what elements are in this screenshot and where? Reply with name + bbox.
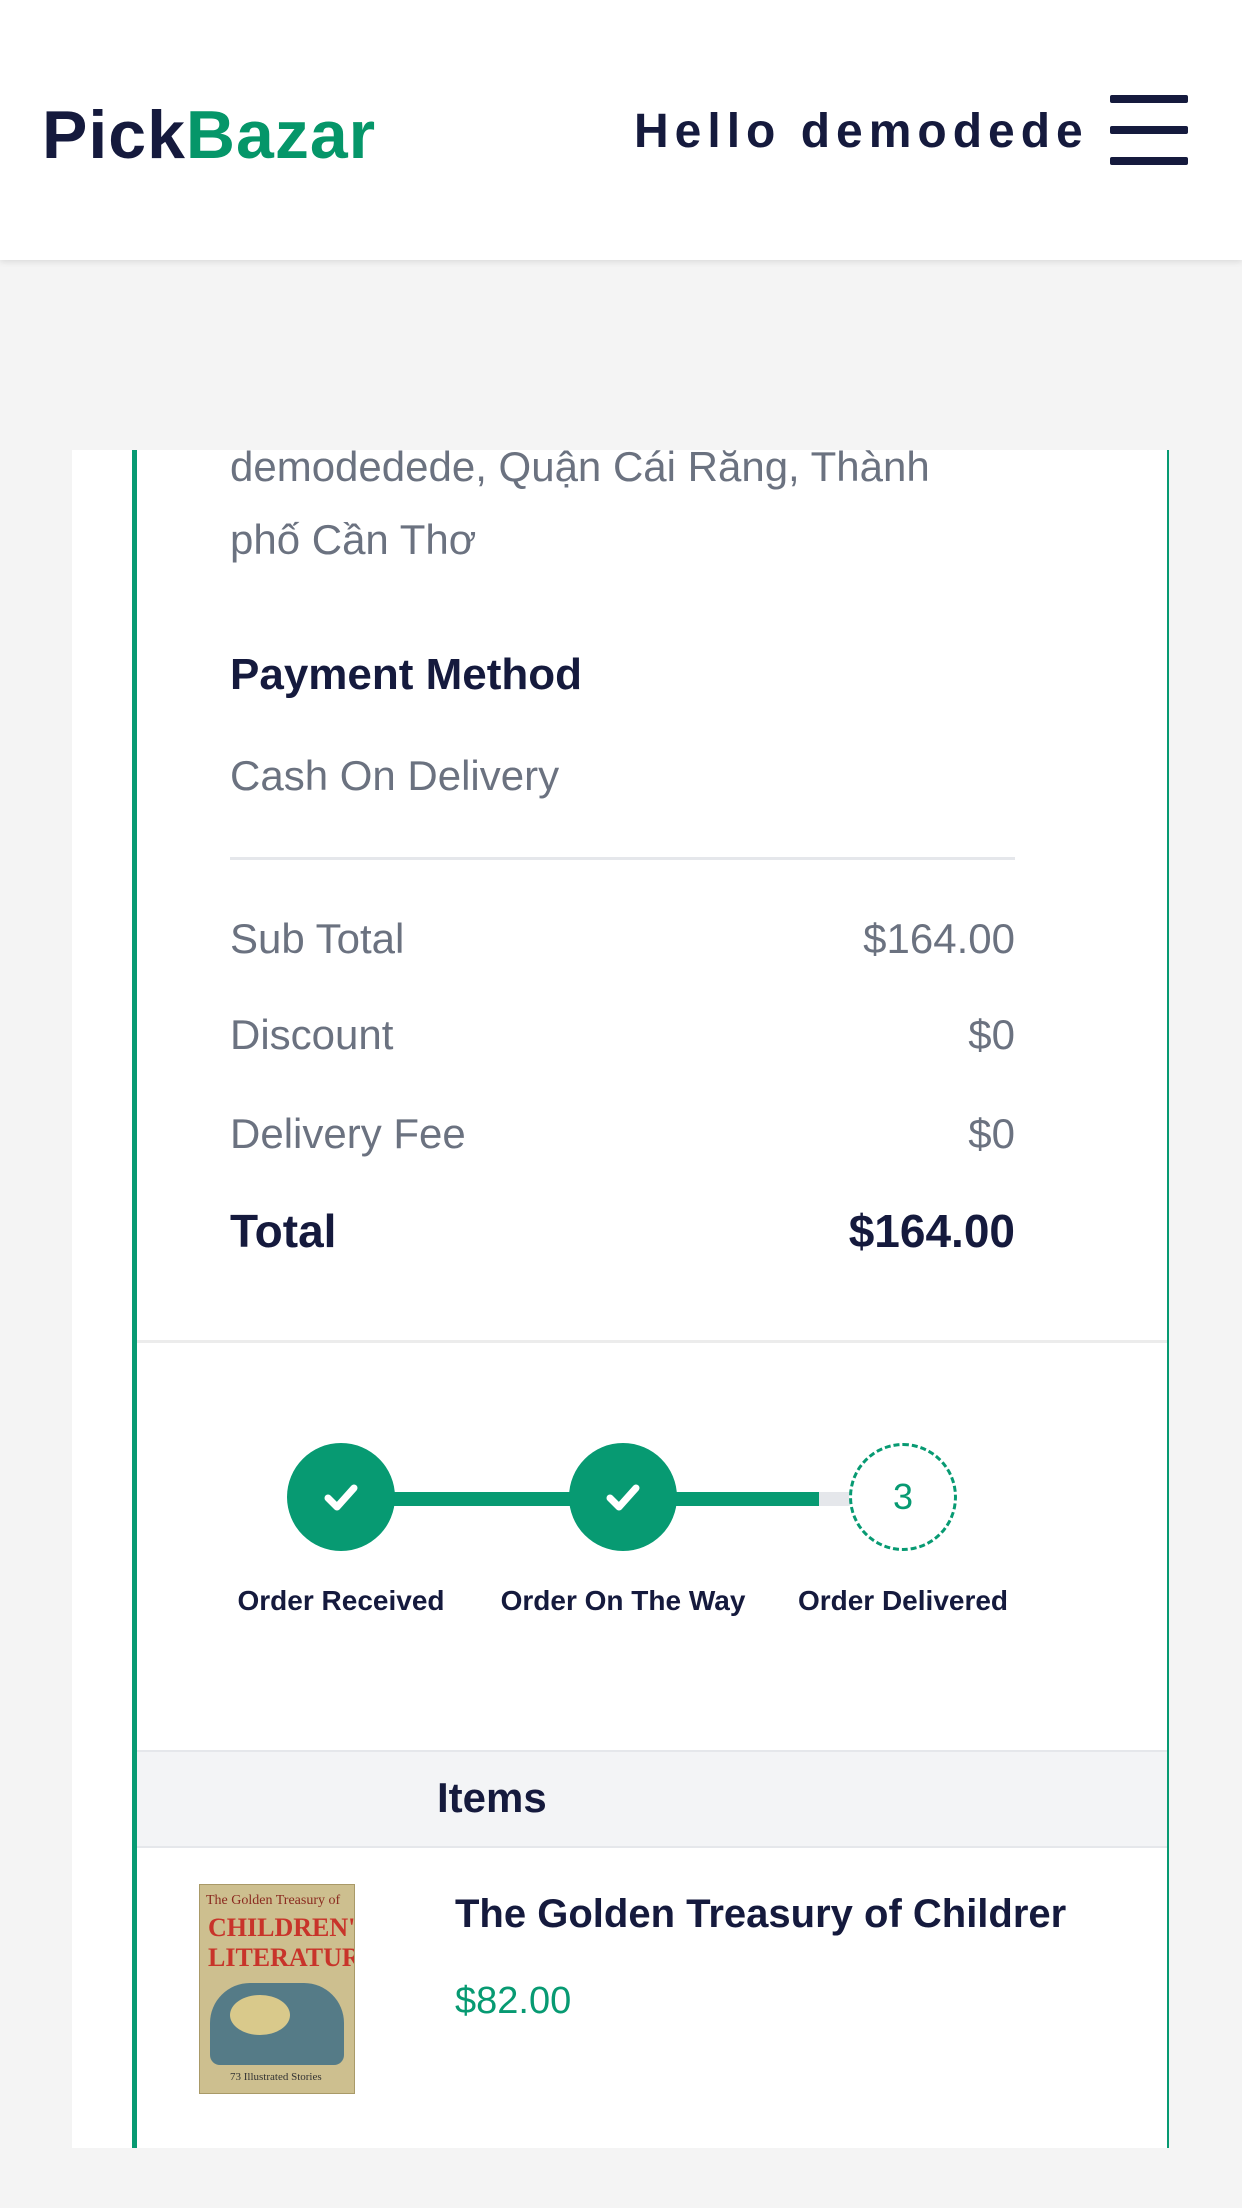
- item-name[interactable]: The Golden Treasury of Childrer: [455, 1892, 1066, 1937]
- order-details-card: demodedede, Quận Cái Răng, Thành phố Cần…: [72, 450, 1169, 2148]
- cover-top-text: The Golden Treasury of: [206, 1893, 341, 1908]
- hamburger-menu-icon[interactable]: [1110, 95, 1188, 165]
- address-line-1: demodedede, Quận Cái Răng, Thành: [230, 450, 930, 490]
- check-icon: [324, 1484, 358, 1511]
- check-icon: [606, 1484, 640, 1511]
- item-price: $82.00: [455, 1980, 572, 2022]
- step-label-delivered: Order Delivered: [797, 1585, 1009, 1616]
- step-order-delivered: 3: [849, 1443, 957, 1551]
- menu-bar-middle: [1110, 126, 1188, 134]
- menu-bar-bottom: [1110, 157, 1188, 165]
- total-row: Total $164.00: [230, 1204, 1015, 1258]
- delivery-fee-label: Delivery Fee: [230, 1110, 466, 1157]
- cover-title-line-2: LITERATURE: [208, 1943, 354, 1972]
- subtotal-value: $164.00: [863, 915, 1015, 962]
- summary-divider: [230, 857, 1015, 860]
- address-line-2: phố Cần Thơ: [230, 516, 477, 563]
- order-content-frame: demodedede, Quận Cái Răng, Thành phố Cần…: [132, 450, 1169, 2148]
- section-divider: [137, 1340, 1167, 1343]
- subtotal-row: Sub Total $164.00: [230, 915, 1015, 963]
- step-label-received: Order Received: [237, 1585, 445, 1616]
- cover-title-line-1: CHILDREN'S: [208, 1913, 355, 1942]
- discount-row: Discount $0: [230, 1011, 1015, 1059]
- step-order-on-the-way: [569, 1443, 677, 1551]
- menu-bar-top: [1110, 95, 1188, 103]
- logo-part-pick: Pick: [42, 97, 186, 173]
- payment-method-value: Cash On Delivery: [230, 752, 560, 799]
- delivery-fee-value: $0: [968, 1110, 1015, 1157]
- subtotal-label: Sub Total: [230, 915, 405, 962]
- step-label-on-the-way: Order On The Way: [500, 1585, 746, 1616]
- logo-part-bazar: Bazar: [185, 97, 377, 173]
- discount-value: $0: [968, 1011, 1015, 1058]
- total-value: $164.00: [848, 1205, 1015, 1257]
- cover-illustration-detail: [230, 1995, 290, 2035]
- cover-subtitle: 73 Illustrated Stories: [230, 2071, 322, 2083]
- pickbazar-logo[interactable]: PickBazar: [42, 96, 376, 174]
- book-cover-thumbnail[interactable]: The Golden Treasury of CHILDREN'S LITERA…: [199, 1884, 355, 2094]
- shipping-address: demodedede, Quận Cái Răng, Thành phố Cần…: [230, 450, 990, 576]
- top-header: PickBazar Hello demodede: [0, 0, 1242, 260]
- total-label: Total: [230, 1205, 337, 1257]
- payment-method-title: Payment Method: [230, 650, 583, 699]
- discount-label: Discount: [230, 1011, 394, 1058]
- user-greeting[interactable]: Hello demodede: [634, 104, 1089, 159]
- items-table-header: Items: [137, 1750, 1167, 1848]
- step-order-received: [287, 1443, 395, 1551]
- items-header-label: Items: [437, 1774, 547, 1821]
- delivery-fee-row: Delivery Fee $0: [230, 1110, 1015, 1158]
